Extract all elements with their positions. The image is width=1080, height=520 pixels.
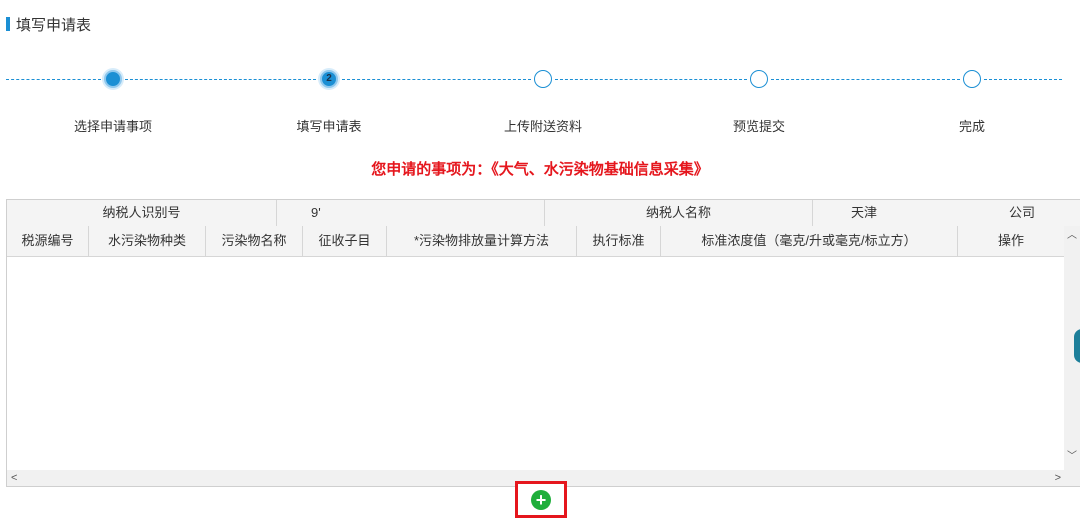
step-connector (771, 79, 960, 80)
step-connector (342, 79, 531, 80)
step-connector (555, 79, 747, 80)
taxpayer-id-value: 9' (277, 200, 545, 226)
side-panel-tab[interactable] (1074, 329, 1080, 363)
progress-stepper: 2 选择申请事项 填写申请表 上传附送资料 预览提交 完成 (0, 64, 1080, 134)
column-header: 水污染物种类 (89, 226, 206, 256)
step-5-label: 完成 (958, 119, 986, 134)
scroll-up-icon[interactable]: ︿ (1064, 226, 1080, 241)
step-connector (6, 79, 101, 80)
step-connector (984, 79, 1062, 80)
step-4-label: 预览提交 (732, 119, 786, 134)
pollutant-table: 纳税人识别号 9' 纳税人名称 天津 公司 税源编号 水污染物种类 污染物名称 … (6, 199, 1080, 487)
column-header: *污染物排放量计算方法 (387, 226, 577, 256)
section-title: 填写申请表 (16, 16, 92, 34)
taxpayer-name-prefix: 天津 (851, 205, 878, 220)
taxpayer-info-row: 纳税人识别号 9' 纳税人名称 天津 公司 (7, 200, 1080, 227)
scroll-right-icon[interactable]: > (1055, 470, 1061, 486)
applied-item-title: 您申请的事项为：《大气、水污染物基础信息采集》 (371, 161, 709, 178)
add-row-button[interactable]: + (531, 489, 551, 510)
column-header: 污染物名称 (206, 226, 303, 256)
taxpayer-name-value: 天津 公司 (813, 200, 1080, 226)
scroll-left-icon[interactable]: < (11, 470, 17, 486)
taxpayer-name-suffix: 公司 (1009, 205, 1036, 220)
step-2-label: 填写申请表 (296, 119, 362, 134)
step-connector (125, 79, 316, 80)
section-header: 填写申请表 (6, 14, 91, 34)
step-2-indicator: 2 (320, 70, 338, 88)
column-header: 征收子目 (303, 226, 387, 256)
step-1-indicator (104, 70, 122, 88)
add-button-highlight: + (515, 481, 567, 518)
step-3-label: 上传附送资料 (503, 119, 583, 134)
scrollbar-corner (1064, 462, 1080, 486)
taxpayer-id-label: 纳税人识别号 (7, 200, 277, 226)
column-header: 执行标准 (577, 226, 661, 256)
section-marker (6, 17, 10, 31)
step-4-indicator (750, 70, 768, 88)
column-header: 标准浓度值（毫克/升或毫克/标立方） (661, 226, 958, 256)
column-header: 操作 (958, 226, 1065, 256)
scroll-down-icon[interactable]: ﹀ (1064, 447, 1080, 462)
table-header-row: 税源编号 水污染物种类 污染物名称 征收子目 *污染物排放量计算方法 执行标准 … (7, 226, 1065, 257)
step-5-indicator (963, 70, 981, 88)
column-header: 税源编号 (7, 226, 89, 256)
step-3-indicator (534, 70, 552, 88)
taxpayer-name-label: 纳税人名称 (545, 200, 813, 226)
step-1-label: 选择申请事项 (73, 119, 153, 134)
